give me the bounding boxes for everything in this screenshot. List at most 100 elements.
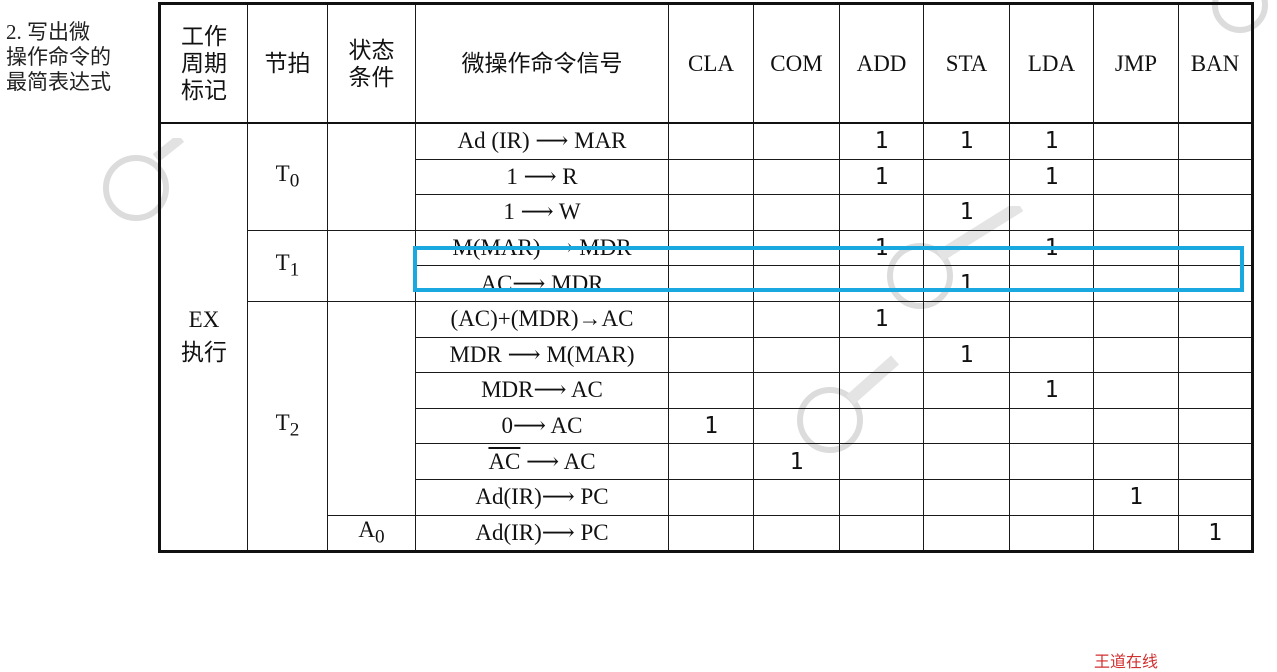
cell [1178,158,1254,196]
cell: 1 [1009,158,1094,196]
cell: 1 [839,300,924,338]
cell [668,443,754,480]
cell [923,514,1010,553]
cell [1093,300,1179,338]
cell [1009,443,1094,480]
cell [923,478,1010,516]
cell [1009,194,1094,231]
condition-empty [327,122,416,231]
cell: 1 [753,443,840,480]
caption-line: 操作命令的 [6,45,111,69]
beat-t2: T2 [247,300,328,553]
condition-a0: A0 [327,514,416,553]
beat-t0: T0 [247,122,328,231]
cell [839,514,924,553]
cell [923,443,1010,480]
cell [1178,478,1254,516]
signal-cell: MDR ⟶ M(MAR) [415,336,669,374]
header-jmp: JMP [1093,3,1179,124]
cell [1178,300,1254,338]
caption-line: 最简表达式 [6,70,111,94]
cell [753,478,840,516]
cell [668,300,754,338]
cell [839,443,924,480]
header-com: COM [753,3,840,124]
cell [1178,372,1254,409]
cell [839,336,924,374]
cell [753,372,840,409]
cell [1009,300,1094,338]
signal-rest: ⟶ AC [520,448,596,474]
cell [1178,443,1254,480]
cell [1178,122,1254,160]
cell: 1 [1009,372,1094,409]
cell [668,158,754,196]
signal-cell: 1 ⟶ R [415,158,669,196]
signal-cell: Ad (IR) ⟶ MAR [415,122,669,160]
beat-t1: T1 [247,229,328,302]
cell [1093,443,1179,480]
header-lda: LDA [1009,3,1094,124]
cell [923,407,1010,445]
cell: 1 [1009,122,1094,160]
caption-line: 2. 写出微 [6,20,90,44]
table-row: T2 (AC)+(MDR)→AC 1 [160,300,1254,553]
cell [753,336,840,374]
header-beat: 节拍 [247,3,328,124]
header-signal: 微操作命令信号 [415,3,669,124]
cell [1009,407,1094,445]
cell [839,194,924,231]
signal-cell: (AC)+(MDR)→AC [415,300,669,338]
cell [753,122,840,160]
signal-cell: Ad(IR)⟶ PC [415,514,669,553]
cell: 1 [1178,514,1254,553]
cell [753,300,840,338]
cell [753,194,840,231]
signal-cell: AC ⟶ AC [415,443,669,480]
cell [668,122,754,160]
cell [753,514,840,553]
cell [1093,336,1179,374]
cell: 1 [668,407,754,445]
signal-cell: MDR⟶ AC [415,372,669,409]
cell [1093,372,1179,409]
cell [1178,336,1254,374]
cell [668,514,754,553]
cell [1093,194,1179,231]
cell [1093,158,1179,196]
signal-cell: 0⟶ AC [415,407,669,445]
cell [839,407,924,445]
header-cycle: 工作 周期 标记 [158,3,248,124]
cell [668,336,754,374]
cell [1009,478,1094,516]
cell: 1 [1093,478,1179,516]
cell [1009,514,1094,553]
row-highlight-box [413,246,1244,292]
cell [668,194,754,231]
cell [753,407,840,445]
cell [1178,407,1254,445]
cell [839,372,924,409]
cell [1093,514,1179,553]
caption: 2. 写出微 操作命令的 最简表达式 [6,20,156,95]
table-row: EX 执行 T0 Ad (IR) ⟶ MAR 1 1 1 [158,122,1254,553]
cycle-ex: EX 执行 [158,122,248,553]
cell: 1 [839,122,924,160]
cell [923,158,1010,196]
condition-empty [327,229,416,302]
signal-cell: Ad(IR)⟶ PC [415,478,669,516]
cell [1093,407,1179,445]
overline-signal: AC [488,448,521,474]
cell [923,300,1010,338]
cell: 1 [839,158,924,196]
cell [668,372,754,409]
footer-mark: 王道在线 [1094,652,1159,671]
header-sta: STA [923,3,1010,124]
header-add: ADD [839,3,924,124]
header-condition: 状态 条件 [327,3,416,124]
header-ban: BAN [1178,3,1254,124]
cell [668,478,754,516]
cell: 1 [923,122,1010,160]
cell [1178,194,1254,231]
cell [753,158,840,196]
